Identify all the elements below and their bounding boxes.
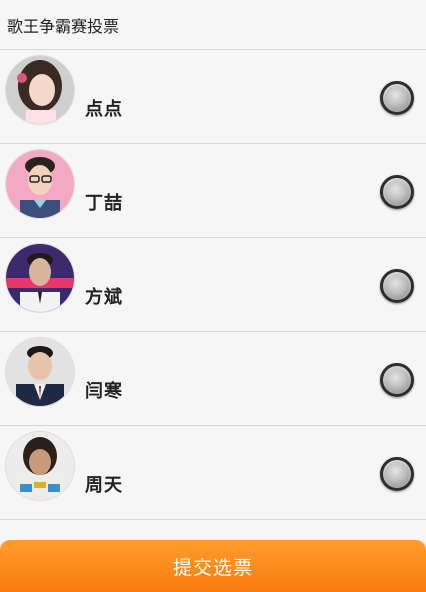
avatar bbox=[6, 150, 74, 218]
avatar bbox=[6, 244, 74, 312]
candidate-row[interactable]: 闫寒 bbox=[0, 332, 426, 426]
vote-radio[interactable] bbox=[380, 457, 414, 491]
candidate-name: 丁喆 bbox=[85, 193, 123, 214]
candidate-name: 闫寒 bbox=[85, 381, 123, 402]
avatar bbox=[6, 432, 74, 500]
candidate-name: 周天 bbox=[85, 475, 123, 496]
candidate-row[interactable]: 丁喆 bbox=[0, 144, 426, 238]
candidate-row[interactable]: 周天 bbox=[0, 426, 426, 520]
vote-radio[interactable] bbox=[380, 81, 414, 115]
candidate-row[interactable]: 点点 bbox=[0, 50, 426, 144]
vote-radio[interactable] bbox=[380, 269, 414, 303]
vote-radio[interactable] bbox=[380, 175, 414, 209]
candidate-row[interactable]: 方斌 bbox=[0, 238, 426, 332]
candidate-name: 方斌 bbox=[85, 287, 123, 308]
vote-radio[interactable] bbox=[380, 363, 414, 397]
vote-page: 歌王争霸赛投票 点点 丁喆 方斌 闫寒 周天 提交选票 bbox=[0, 0, 426, 592]
candidate-list: 点点 丁喆 方斌 闫寒 周天 bbox=[0, 50, 426, 520]
candidate-name: 点点 bbox=[85, 99, 123, 120]
avatar bbox=[6, 56, 74, 124]
page-header: 歌王争霸赛投票 bbox=[0, 0, 426, 50]
submit-vote-button[interactable]: 提交选票 bbox=[0, 540, 426, 592]
page-title: 歌王争霸赛投票 bbox=[7, 16, 120, 36]
avatar bbox=[6, 338, 74, 406]
